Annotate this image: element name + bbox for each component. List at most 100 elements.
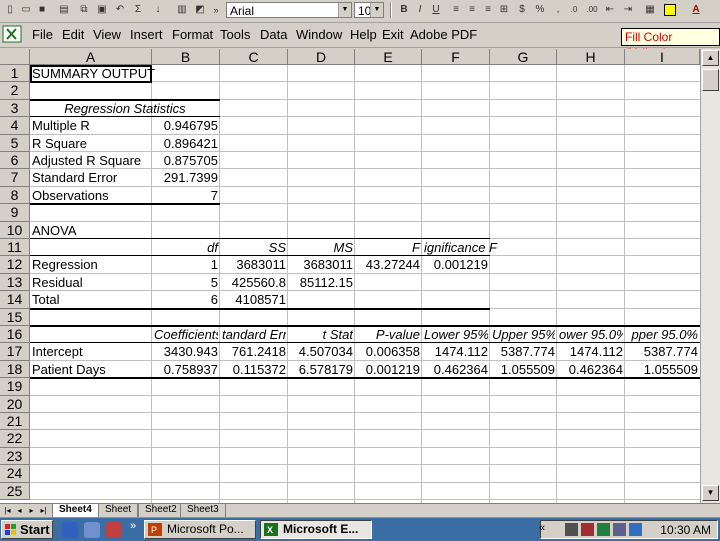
menu-insert[interactable]: Insert bbox=[130, 27, 163, 43]
drawing-icon[interactable]: ◩ bbox=[194, 4, 206, 16]
row-header-7[interactable]: 7 bbox=[0, 169, 30, 187]
chart-icon[interactable]: ▥ bbox=[176, 4, 188, 16]
anova-row-label[interactable]: Residual bbox=[32, 274, 83, 291]
menu-tools[interactable]: Tools bbox=[220, 27, 250, 43]
coef-value[interactable]: 1.055509 bbox=[492, 361, 557, 378]
coef-value[interactable]: 0.001219 bbox=[357, 361, 422, 378]
row-header-23[interactable]: 23 bbox=[0, 447, 30, 466]
anova-value[interactable]: 3683011 bbox=[222, 256, 288, 273]
anova-header[interactable]: df bbox=[154, 239, 220, 256]
coef-value[interactable]: 3430.943 bbox=[154, 343, 220, 360]
open-icon[interactable]: ▭ bbox=[20, 4, 32, 16]
comma-icon[interactable]: , bbox=[552, 4, 564, 16]
stat-label[interactable]: R Square bbox=[32, 135, 87, 152]
anova-value[interactable]: 43.27244 bbox=[357, 256, 422, 273]
coef-row-label[interactable]: Intercept bbox=[32, 343, 83, 360]
row-header-14[interactable]: 14 bbox=[0, 291, 30, 309]
scroll-up-icon[interactable]: ▲ bbox=[702, 50, 719, 66]
media-player-icon[interactable] bbox=[106, 522, 122, 538]
menu-format[interactable]: Format bbox=[172, 27, 213, 43]
menu-adobe-pdf[interactable]: Adobe PDF bbox=[410, 27, 477, 43]
row-header-22[interactable]: 22 bbox=[0, 430, 30, 448]
coef-value[interactable]: 1474.112 bbox=[559, 343, 625, 360]
anova-value[interactable]: 6 bbox=[154, 291, 220, 308]
task-excel[interactable]: X Microsoft E... bbox=[260, 520, 372, 539]
coef-header[interactable]: P-value bbox=[357, 326, 420, 343]
coef-value[interactable]: 0.006358 bbox=[357, 343, 422, 360]
align-left-icon[interactable]: ≡ bbox=[450, 4, 462, 16]
anova-value[interactable]: 0.001219 bbox=[424, 256, 490, 273]
row-header-13[interactable]: 13 bbox=[0, 273, 30, 292]
menu-window[interactable]: Window bbox=[296, 27, 342, 43]
row-header-3[interactable]: 3 bbox=[0, 99, 30, 118]
coef-value[interactable]: 1474.112 bbox=[424, 343, 490, 360]
coef-header[interactable]: t Stat bbox=[290, 326, 353, 343]
stat-value[interactable]: 0.875705 bbox=[154, 152, 220, 169]
scroll-thumb[interactable] bbox=[702, 69, 719, 91]
row-header-17[interactable]: 17 bbox=[0, 343, 30, 361]
coef-value[interactable]: 5387.774 bbox=[492, 343, 557, 360]
anova-value[interactable]: 85112.15 bbox=[290, 274, 355, 291]
active-cell-outline[interactable] bbox=[30, 65, 152, 84]
tray-expand-icon[interactable]: « bbox=[539, 522, 545, 534]
italic-icon[interactable]: I bbox=[414, 4, 426, 16]
row-header-24[interactable]: 24 bbox=[0, 465, 30, 483]
scroll-down-icon[interactable]: ▼ bbox=[702, 485, 719, 501]
tab-sheet3[interactable]: Sheet3 bbox=[180, 504, 226, 518]
row-header-10[interactable]: 10 bbox=[0, 221, 30, 239]
menu-view[interactable]: View bbox=[93, 27, 121, 43]
next-sheet-icon[interactable]: ▸ bbox=[26, 505, 37, 516]
column-header-i[interactable]: I bbox=[625, 49, 700, 65]
toolbar-overflow-icon[interactable]: » bbox=[210, 4, 222, 16]
row-header-11[interactable]: 11 bbox=[0, 239, 30, 257]
merge-center-icon[interactable]: ⊞ bbox=[498, 4, 510, 16]
column-header-d[interactable]: D bbox=[288, 49, 355, 65]
prev-sheet-icon[interactable]: ◂ bbox=[14, 505, 25, 516]
coef-value[interactable]: 0.115372 bbox=[222, 361, 288, 378]
menu-file[interactable]: File bbox=[32, 27, 53, 43]
anova-value[interactable]: 5 bbox=[154, 274, 220, 291]
font-color-icon[interactable]: A bbox=[690, 4, 702, 16]
increase-decimal-icon[interactable]: .0 bbox=[568, 4, 580, 16]
stat-label[interactable]: Multiple R bbox=[32, 117, 90, 134]
stat-value[interactable]: 0.896421 bbox=[154, 135, 220, 152]
column-header-e[interactable]: E bbox=[355, 49, 422, 65]
stat-label[interactable]: Standard Error bbox=[32, 169, 117, 186]
monitor-icon[interactable] bbox=[613, 523, 626, 536]
chevron-down-icon[interactable]: ▼ bbox=[370, 3, 383, 17]
anova-header[interactable]: F bbox=[357, 239, 422, 256]
stat-label[interactable]: Observations bbox=[32, 187, 109, 204]
task-powerpoint[interactable]: P Microsoft Po... bbox=[144, 520, 256, 539]
row-header-2[interactable]: 2 bbox=[0, 82, 30, 100]
font-size-box[interactable]: 10 ▼ bbox=[354, 2, 384, 18]
menu-help[interactable]: Help bbox=[350, 27, 377, 43]
anova-value[interactable]: 425560.8 bbox=[222, 274, 288, 291]
select-all-corner[interactable] bbox=[0, 49, 30, 65]
stat-value[interactable]: 291.7399 bbox=[154, 169, 220, 186]
row-header-8[interactable]: 8 bbox=[0, 186, 30, 205]
tab-sheet[interactable]: Sheet bbox=[98, 504, 139, 518]
fill-color-icon[interactable] bbox=[664, 4, 676, 16]
coef-value[interactable]: 4.507034 bbox=[290, 343, 355, 360]
row-header-20[interactable]: 20 bbox=[0, 395, 30, 413]
update-icon[interactable] bbox=[597, 523, 610, 536]
coef-value[interactable]: 1.055509 bbox=[627, 361, 700, 378]
decrease-decimal-icon[interactable]: .00 bbox=[586, 4, 598, 16]
column-header-b[interactable]: B bbox=[152, 49, 220, 65]
start-button[interactable]: Start bbox=[1, 520, 53, 539]
row-header-1[interactable]: 1 bbox=[0, 65, 30, 83]
paste-icon[interactable]: ▣ bbox=[96, 4, 108, 16]
antivirus-icon[interactable] bbox=[581, 523, 594, 536]
first-sheet-icon[interactable]: |◂ bbox=[2, 505, 13, 516]
anova-header[interactable]: ignificance F bbox=[424, 239, 497, 256]
anova-header[interactable]: SS bbox=[222, 239, 288, 256]
decrease-indent-icon[interactable]: ⇤ bbox=[604, 4, 616, 16]
anova-row-label[interactable]: Total bbox=[32, 291, 59, 308]
anova-value[interactable]: 4108571 bbox=[222, 291, 288, 308]
excel-logo-icon[interactable] bbox=[2, 25, 22, 43]
menu-edit[interactable]: Edit bbox=[62, 27, 84, 43]
internet-explorer-icon[interactable] bbox=[62, 522, 78, 538]
menu-data[interactable]: Data bbox=[260, 27, 287, 43]
row-header-12[interactable]: 12 bbox=[0, 256, 30, 274]
tab-sheet4[interactable]: Sheet4 bbox=[52, 504, 99, 518]
